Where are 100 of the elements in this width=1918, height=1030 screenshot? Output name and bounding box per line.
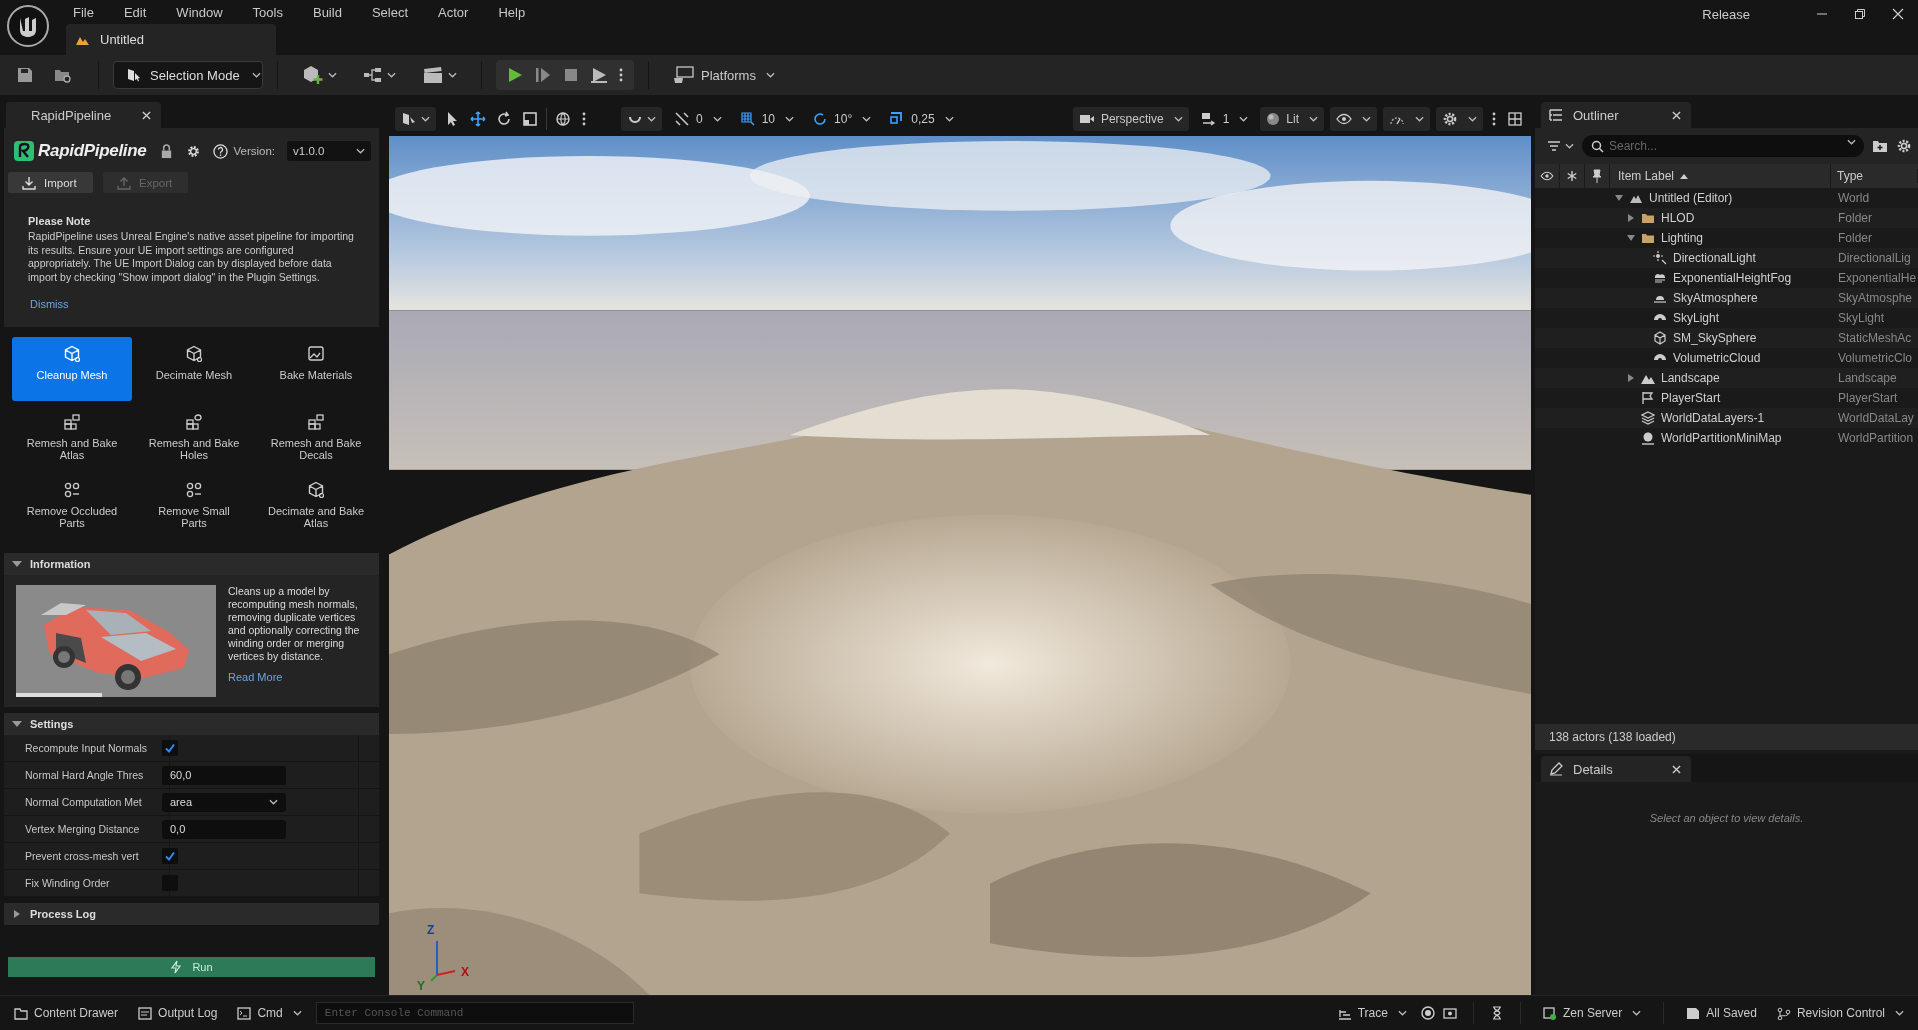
performance-dropdown[interactable] (1383, 107, 1430, 131)
snap-setting[interactable]: 10° (806, 111, 878, 127)
tree-item[interactable]: SkyLight (1673, 311, 1720, 325)
menu-item[interactable]: File (58, 4, 109, 20)
close-icon[interactable] (1892, 8, 1904, 20)
tree-item[interactable]: PlayerStart (1661, 391, 1721, 405)
camera-icon[interactable] (1442, 1006, 1457, 1020)
tool-button[interactable]: Remesh and Bake Atlas (12, 405, 132, 469)
new-folder-icon[interactable] (1872, 138, 1888, 154)
settings-icon[interactable] (185, 143, 201, 159)
zen-server-dropdown[interactable]: Zen Server (1536, 1006, 1648, 1020)
menu-item[interactable]: Actor (423, 4, 484, 20)
section-header[interactable]: Information (4, 553, 379, 575)
read-more-link[interactable]: Read More (228, 671, 371, 683)
collapse-arrow-icon[interactable] (1615, 194, 1623, 202)
tree-item[interactable]: VolumetricCloud (1673, 351, 1761, 365)
tool-button[interactable]: Remove Small Parts (134, 473, 254, 537)
close-icon[interactable] (142, 110, 151, 120)
tool-button[interactable]: Cleanup Mesh (12, 337, 132, 401)
axis-label: Z (427, 923, 435, 937)
output-log-button[interactable]: Output Log (132, 1006, 224, 1020)
tree-item[interactable]: SkyAtmosphere (1673, 291, 1758, 305)
tree-item[interactable]: SM_SkySphere (1673, 331, 1757, 345)
filter-button[interactable] (1547, 140, 1574, 152)
panel-tab[interactable]: Outliner (1541, 102, 1691, 128)
number-field[interactable]: 60,0 (162, 765, 286, 785)
tool-button[interactable]: Remesh and Bake Decals (256, 405, 376, 469)
tool-button[interactable]: Remove Occluded Parts (12, 473, 132, 537)
tool-button[interactable]: Decimate and Bake Atlas (256, 473, 376, 537)
tree-item[interactable]: WorldPartitionMiniMap (1661, 431, 1782, 445)
import-button[interactable]: Import (8, 172, 93, 193)
more-icon[interactable] (618, 66, 624, 84)
restore-icon[interactable] (1854, 8, 1866, 20)
scale-icon[interactable] (520, 111, 540, 127)
tree-item[interactable]: Untitled (Editor) (1649, 191, 1733, 205)
panel-tab[interactable]: Details (1541, 756, 1691, 782)
view-mode-dropdown[interactable]: Perspective (1072, 107, 1189, 131)
menu-item[interactable]: Build (297, 4, 357, 20)
settings-icon[interactable] (1896, 138, 1912, 154)
move-icon[interactable] (468, 111, 488, 127)
menu-item[interactable]: Help (483, 4, 541, 20)
snap-setting[interactable]: 10 (733, 111, 801, 127)
lighting-dropdown[interactable]: Lit (1260, 107, 1324, 131)
snap-setting[interactable]: 0 (668, 111, 728, 127)
search-field[interactable]: Search... (1582, 135, 1864, 157)
tree-item[interactable]: HLOD (1661, 211, 1695, 225)
play-icon[interactable] (506, 66, 524, 84)
revision-control-dropdown[interactable]: Revision Control (1770, 1006, 1910, 1020)
snap-button[interactable] (621, 107, 662, 131)
version-dropdown[interactable]: v1.0.0 (287, 141, 372, 161)
checkbox[interactable] (162, 740, 178, 756)
settings-dropdown[interactable] (1436, 107, 1483, 131)
tool-button[interactable]: Remesh and Bake Holes (134, 405, 254, 469)
menu-item[interactable]: Select (356, 4, 424, 20)
document-tab[interactable]: Untitled (66, 24, 276, 55)
logo-icon[interactable] (6, 4, 50, 48)
tree-item[interactable]: Landscape (1661, 371, 1720, 385)
console-input[interactable]: Enter Console Command (315, 1002, 634, 1024)
help-icon[interactable] (212, 143, 228, 159)
record-icon[interactable] (1420, 1006, 1435, 1020)
platforms-button[interactable]: Platforms (663, 66, 785, 84)
mode-dropdown[interactable]: Selection Mode (113, 61, 263, 89)
menu-item[interactable]: Window (161, 4, 238, 20)
trace-dropdown[interactable]: Trace (1331, 1006, 1413, 1020)
tree-item[interactable]: ExponentialHeightFog (1673, 271, 1792, 285)
close-icon[interactable] (1672, 764, 1681, 774)
section-header[interactable]: Process Log (4, 903, 379, 925)
dismiss-link[interactable]: Dismiss (30, 298, 69, 310)
expand-arrow-icon[interactable] (1627, 374, 1635, 382)
step-icon[interactable] (534, 66, 552, 84)
checkbox[interactable] (162, 848, 178, 864)
select-mode-button[interactable] (395, 107, 436, 131)
stop-icon[interactable] (562, 66, 580, 84)
globe-icon[interactable] (553, 111, 573, 127)
tree-item[interactable]: DirectionalLight (1673, 251, 1756, 265)
content-drawer-button[interactable]: Content Drawer (8, 1006, 125, 1020)
save-status-button[interactable]: All Saved (1680, 1006, 1763, 1020)
save-icon[interactable] (16, 66, 34, 84)
section-header[interactable]: Settings (4, 713, 379, 735)
camera-speed-dropdown[interactable]: 1 (1194, 112, 1255, 126)
close-icon[interactable] (1672, 110, 1681, 120)
tool-button[interactable]: Bake Materials (256, 337, 376, 401)
column-header[interactable]: Item Label (1610, 164, 1831, 188)
cmd-dropdown[interactable]: Cmd (231, 1006, 308, 1020)
expand-arrow-icon[interactable] (1627, 214, 1635, 222)
eject-icon[interactable] (590, 66, 608, 84)
tree-item[interactable]: WorldDataLayers-1 (1661, 411, 1765, 425)
tree-item[interactable]: Lighting (1661, 231, 1704, 245)
snap-setting[interactable]: 0,25 (883, 111, 960, 127)
collapse-arrow-icon[interactable] (1627, 234, 1635, 242)
dropdown[interactable]: area (162, 792, 286, 812)
tool-button[interactable]: Decimate Mesh (134, 337, 254, 401)
menu-item[interactable]: Tools (237, 4, 298, 20)
show-dropdown[interactable] (1330, 107, 1377, 131)
number-field[interactable]: 0,0 (162, 819, 286, 839)
layout-icon[interactable] (1505, 111, 1525, 127)
panel-tab[interactable]: RapidPipeline (6, 102, 161, 128)
menu-item[interactable]: Edit (108, 4, 162, 20)
column-header[interactable]: Type (1831, 169, 1918, 183)
note-text: RapidPipeline uses Unreal Engine's native asset pipeline for importing its results. Ensure your UE import settings are configured appropriately. The UE Import Dialog can by displayed before data import by checking "Show import dialog" in the Plugin Settings. (28, 230, 355, 284)
